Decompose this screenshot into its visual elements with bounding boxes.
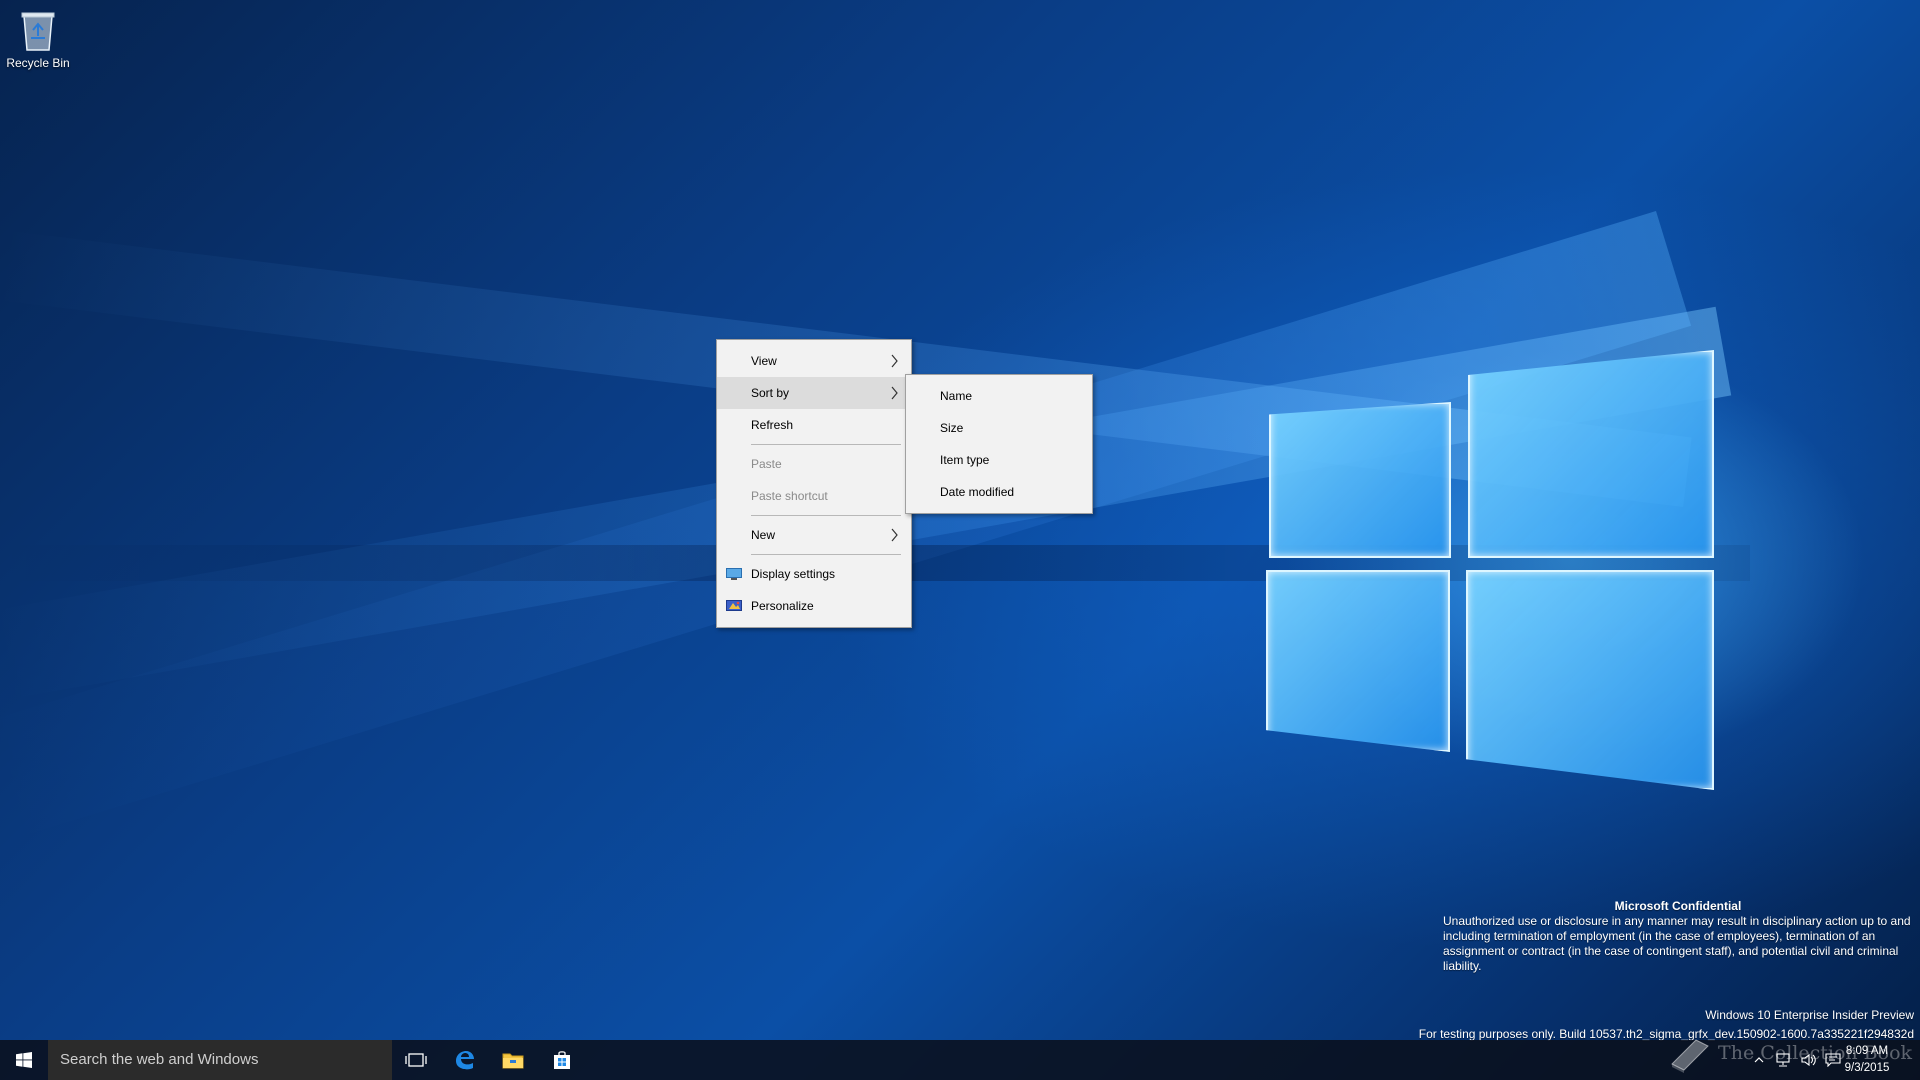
folder-icon (502, 1053, 524, 1069)
search-placeholder: Search the web and Windows (60, 1051, 259, 1068)
windows-start-icon (16, 1052, 32, 1068)
confidential-body: Unauthorized use or disclosure in any ma… (1443, 914, 1911, 973)
submenu-item-name[interactable]: Name (906, 380, 1092, 412)
sort-by-submenu: Name Size Item type Date modified (905, 374, 1093, 514)
desktop-icon-label: Recycle Bin (6, 56, 70, 70)
desktop-icon-recycle-bin[interactable]: Recycle Bin (6, 8, 70, 70)
search-box[interactable]: Search the web and Windows (48, 1040, 392, 1080)
task-view-icon (405, 1053, 427, 1067)
logo-pane (1468, 350, 1714, 558)
menu-item-new[interactable]: New (717, 519, 911, 551)
menu-item-view[interactable]: View (717, 345, 911, 377)
menu-item-label: Personalize (751, 599, 814, 613)
watermark-logo: The Collection Book (1668, 1034, 1912, 1074)
menu-item-refresh[interactable]: Refresh (717, 409, 911, 441)
menu-item-paste[interactable]: Paste (717, 448, 911, 480)
menu-separator (751, 515, 901, 516)
submenu-item-item-type[interactable]: Item type (906, 444, 1092, 476)
menu-item-label: Paste shortcut (751, 489, 828, 503)
menu-item-label: Name (940, 389, 973, 403)
menu-item-display-settings[interactable]: Display settings (717, 558, 911, 590)
display-settings-icon (726, 568, 742, 580)
personalize-icon (726, 600, 742, 611)
menu-item-paste-shortcut[interactable]: Paste shortcut (717, 480, 911, 512)
chevron-right-icon (891, 354, 898, 368)
chevron-right-icon (891, 386, 898, 400)
book-icon (1671, 1039, 1709, 1073)
watermark-text: The Collection Book (1718, 1042, 1913, 1064)
menu-separator (751, 444, 901, 445)
windows-logo-wallpaper (1260, 340, 1720, 790)
recycle-bin-icon (21, 12, 55, 51)
submenu-item-date-modified[interactable]: Date modified (906, 476, 1092, 508)
start-button[interactable] (0, 1040, 48, 1080)
menu-item-label: Refresh (751, 418, 794, 432)
menu-item-label: Sort by (751, 386, 790, 400)
chevron-right-icon (891, 528, 898, 542)
menu-item-label: Size (940, 421, 964, 435)
logo-pane (1266, 570, 1450, 752)
file-explorer-button[interactable] (489, 1040, 537, 1080)
menu-item-label: View (751, 354, 777, 368)
store-icon (554, 1051, 570, 1069)
menu-item-label: Date modified (940, 485, 1015, 499)
logo-pane (1466, 570, 1714, 790)
menu-item-label: Display settings (751, 567, 836, 581)
confidential-title: Microsoft Confidential (1614, 899, 1742, 913)
menu-item-label: New (751, 528, 776, 542)
menu-item-label: Paste (751, 457, 782, 471)
menu-item-label: Item type (940, 453, 990, 467)
taskbar: Search the web and Windows 8:09 AM 9/3/2… (0, 1040, 1920, 1080)
edge-button[interactable] (440, 1040, 488, 1080)
confidential-notice: Microsoft Confidential Unauthorized use … (1443, 899, 1913, 974)
menu-item-personalize[interactable]: Personalize (717, 590, 911, 622)
store-button[interactable] (538, 1040, 586, 1080)
logo-pane (1269, 402, 1451, 558)
desktop-context-menu: View Sort by Refresh Paste Paste shortcu… (716, 339, 912, 628)
edition-text: Windows 10 Enterprise Insider Preview (1705, 1008, 1914, 1022)
submenu-item-size[interactable]: Size (906, 412, 1092, 444)
menu-separator (751, 554, 901, 555)
task-view-button[interactable] (392, 1040, 440, 1080)
edge-icon (456, 1051, 474, 1070)
menu-item-sort-by[interactable]: Sort by (717, 377, 911, 409)
